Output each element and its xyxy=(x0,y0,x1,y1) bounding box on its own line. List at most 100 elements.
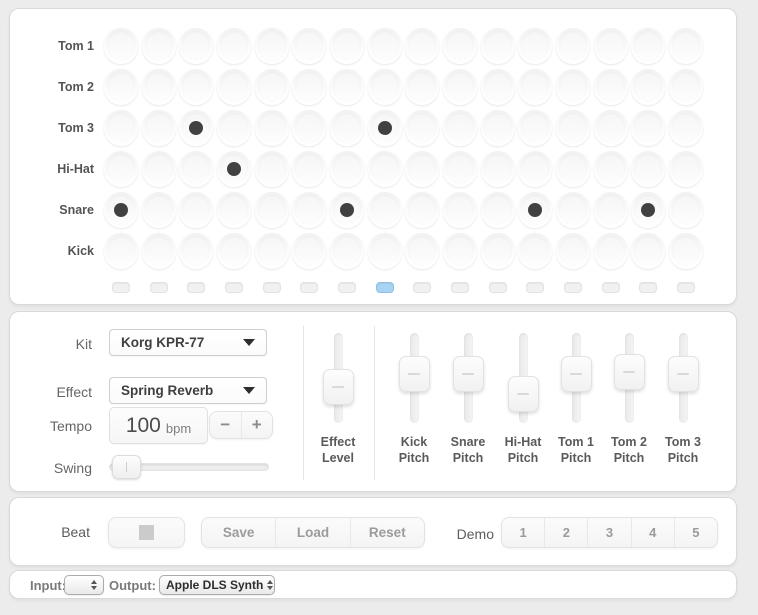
fader-knob[interactable] xyxy=(453,356,484,392)
drum-pad[interactable] xyxy=(669,28,703,64)
drum-pad[interactable] xyxy=(179,28,213,64)
drum-pad[interactable] xyxy=(104,69,138,105)
drum-pad[interactable] xyxy=(594,151,628,187)
drum-pad[interactable] xyxy=(179,69,213,105)
save-button[interactable]: Save xyxy=(202,518,275,547)
drum-pad[interactable] xyxy=(368,69,402,105)
drum-pad[interactable] xyxy=(594,192,628,228)
drum-pad[interactable] xyxy=(368,110,402,146)
drum-pad[interactable] xyxy=(556,192,590,228)
drum-pad[interactable] xyxy=(217,151,251,187)
drum-pad[interactable] xyxy=(104,233,138,269)
drum-pad[interactable] xyxy=(594,233,628,269)
drum-pad[interactable] xyxy=(330,28,364,64)
drum-pad[interactable] xyxy=(481,192,515,228)
drum-pad[interactable] xyxy=(631,28,665,64)
drum-pad[interactable] xyxy=(443,192,477,228)
drum-pad[interactable] xyxy=(669,69,703,105)
drum-pad[interactable] xyxy=(443,28,477,64)
drum-pad[interactable] xyxy=(631,69,665,105)
drum-pad[interactable] xyxy=(481,233,515,269)
drum-pad[interactable] xyxy=(292,69,326,105)
fader-knob[interactable] xyxy=(614,354,645,390)
drum-pad[interactable] xyxy=(255,110,289,146)
drum-pad[interactable] xyxy=(104,28,138,64)
drum-pad[interactable] xyxy=(594,110,628,146)
drum-pad[interactable] xyxy=(669,233,703,269)
demo-1-button[interactable]: 1 xyxy=(502,518,544,547)
drum-pad[interactable] xyxy=(217,69,251,105)
demo-3-button[interactable]: 3 xyxy=(587,518,630,547)
drum-pad[interactable] xyxy=(518,233,552,269)
drum-pad[interactable] xyxy=(368,151,402,187)
drum-pad[interactable] xyxy=(292,151,326,187)
reset-button[interactable]: Reset xyxy=(350,518,424,547)
drum-pad[interactable] xyxy=(669,151,703,187)
drum-pad[interactable] xyxy=(292,110,326,146)
drum-pad[interactable] xyxy=(179,110,213,146)
drum-pad[interactable] xyxy=(330,69,364,105)
effect-select[interactable]: Spring Reverb xyxy=(109,377,267,404)
drum-pad[interactable] xyxy=(292,28,326,64)
drum-pad[interactable] xyxy=(330,192,364,228)
drum-pad[interactable] xyxy=(405,110,439,146)
drum-pad[interactable] xyxy=(179,233,213,269)
demo-4-button[interactable]: 4 xyxy=(631,518,674,547)
drum-pad[interactable] xyxy=(481,110,515,146)
drum-pad[interactable] xyxy=(518,28,552,64)
drum-pad[interactable] xyxy=(217,28,251,64)
fader-knob[interactable] xyxy=(323,369,354,405)
drum-pad[interactable] xyxy=(594,28,628,64)
drum-pad[interactable] xyxy=(405,28,439,64)
tempo-increment-button[interactable]: + xyxy=(241,412,273,438)
tempo-decrement-button[interactable]: − xyxy=(210,412,241,438)
drum-pad[interactable] xyxy=(556,69,590,105)
drum-pad[interactable] xyxy=(443,151,477,187)
drum-pad[interactable] xyxy=(631,151,665,187)
drum-pad[interactable] xyxy=(104,192,138,228)
drum-pad[interactable] xyxy=(104,151,138,187)
drum-pad[interactable] xyxy=(255,233,289,269)
drum-pad[interactable] xyxy=(556,110,590,146)
drum-pad[interactable] xyxy=(669,192,703,228)
drum-pad[interactable] xyxy=(594,69,628,105)
drum-pad[interactable] xyxy=(481,151,515,187)
drum-pad[interactable] xyxy=(142,192,176,228)
drum-pad[interactable] xyxy=(518,110,552,146)
fader-knob[interactable] xyxy=(399,356,430,392)
drum-pad[interactable] xyxy=(330,151,364,187)
drum-pad[interactable] xyxy=(631,233,665,269)
drum-pad[interactable] xyxy=(443,233,477,269)
drum-pad[interactable] xyxy=(255,151,289,187)
drum-pad[interactable] xyxy=(481,28,515,64)
drum-pad[interactable] xyxy=(556,233,590,269)
drum-pad[interactable] xyxy=(669,110,703,146)
drum-pad[interactable] xyxy=(255,28,289,64)
drum-pad[interactable] xyxy=(292,233,326,269)
drum-pad[interactable] xyxy=(142,110,176,146)
drum-pad[interactable] xyxy=(255,192,289,228)
drum-pad[interactable] xyxy=(443,110,477,146)
drum-pad[interactable] xyxy=(142,151,176,187)
drum-pad[interactable] xyxy=(368,233,402,269)
drum-pad[interactable] xyxy=(518,192,552,228)
drum-pad[interactable] xyxy=(104,110,138,146)
output-select[interactable]: Apple DLS Synth xyxy=(159,575,275,595)
input-select[interactable] xyxy=(64,575,104,595)
drum-pad[interactable] xyxy=(179,192,213,228)
drum-pad[interactable] xyxy=(518,151,552,187)
drum-pad[interactable] xyxy=(142,233,176,269)
fader-knob[interactable] xyxy=(561,356,592,392)
drum-pad[interactable] xyxy=(631,192,665,228)
drum-pad[interactable] xyxy=(330,110,364,146)
drum-pad[interactable] xyxy=(142,69,176,105)
drum-pad[interactable] xyxy=(255,69,289,105)
swing-slider-handle[interactable] xyxy=(112,455,141,479)
fader-knob[interactable] xyxy=(508,376,539,412)
drum-pad[interactable] xyxy=(631,110,665,146)
drum-pad[interactable] xyxy=(217,110,251,146)
stop-button[interactable] xyxy=(108,517,185,548)
drum-pad[interactable] xyxy=(405,69,439,105)
drum-pad[interactable] xyxy=(330,233,364,269)
drum-pad[interactable] xyxy=(292,192,326,228)
